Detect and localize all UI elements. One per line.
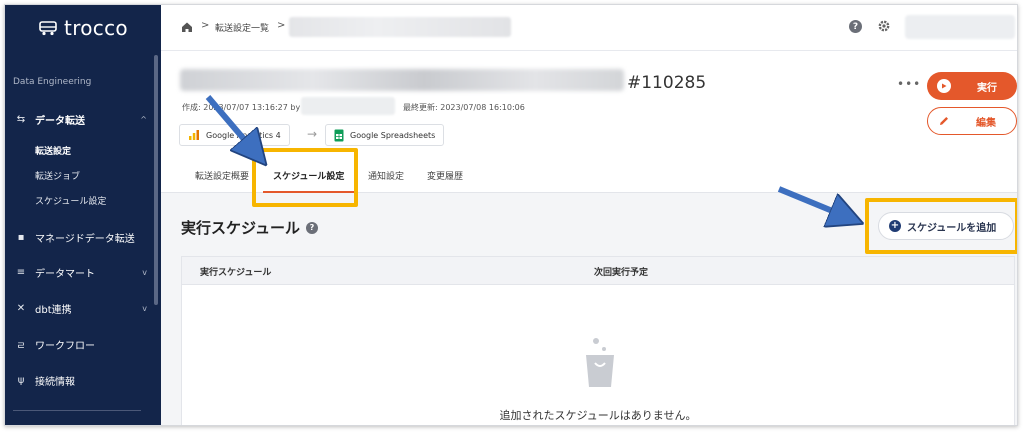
tab-overview[interactable]: 転送設定概要 <box>195 169 249 182</box>
source-connector: Google Analytics 4 <box>179 124 290 146</box>
transfer-id: #110285 <box>627 73 707 93</box>
destination-name: Google Spreadsheets <box>350 130 436 140</box>
spreadsheet-icon <box>334 129 344 141</box>
grid-icon: ▪ <box>17 232 25 243</box>
sidebar-subitem-schedule-settings[interactable]: スケジュール設定 <box>35 194 106 207</box>
sidebar-item-workflow[interactable]: ㄹ ワークフロー <box>15 337 153 352</box>
app-window: trocco Data Engineering ⇆ データ転送 ^ 転送設定 転… <box>4 4 1018 426</box>
sidebar-section-label: Data Engineering <box>13 77 92 87</box>
sidebar-item-label: マネージドデータ転送 <box>35 234 135 245</box>
chevron-down-icon[interactable]: v <box>142 268 147 277</box>
sidebar-item-label: データ転送 <box>35 116 85 127</box>
user-menu-redacted[interactable] <box>905 15 1015 39</box>
breadcrumb-transfer-list[interactable]: 転送設定一覧 <box>215 21 269 34</box>
section-title-text: 実行スケジュール <box>181 219 300 237</box>
workflow-icon: ㄹ <box>16 341 26 352</box>
database-icon: ≡ <box>16 267 26 278</box>
brand-name: trocco <box>64 16 128 40</box>
breadcrumb-separator: > <box>201 20 210 31</box>
dbt-icon: ✕ <box>16 303 26 314</box>
help-icon[interactable]: ? <box>305 221 318 234</box>
column-header-schedule: 実行スケジュール <box>200 268 272 278</box>
sidebar-item-label: ワークフロー <box>35 341 95 352</box>
sidebar-item-label: 接続情報 <box>35 377 75 388</box>
truck-icon <box>39 21 57 36</box>
column-header-next-run: 次回実行予定 <box>594 268 649 278</box>
highlight-box-add-button <box>865 198 1017 254</box>
sidebar-item-label: データマート <box>35 269 95 280</box>
sidebar-subitem-transfer-jobs[interactable]: 転送ジョブ <box>35 169 80 182</box>
updated-info: 最終更新: 2023/07/08 16:10:06 <box>403 103 525 112</box>
empty-cup-icon <box>586 338 614 387</box>
breadcrumb-current-redacted <box>289 17 511 37</box>
created-info: 作成: 2023/07/07 13:16:27 by <box>182 103 301 112</box>
help-icon[interactable]: ? <box>849 20 862 33</box>
table-header: 実行スケジュール 次回実行予定 <box>182 257 1014 285</box>
sidebar-item-dbt[interactable]: ✕ dbt連携 v <box>15 301 153 316</box>
brand-logo[interactable]: trocco <box>5 5 161 51</box>
home-icon[interactable] <box>181 21 193 33</box>
arrow-right-icon: → <box>307 127 318 141</box>
edit-label: 編集 <box>976 117 996 129</box>
sidebar-item-label: dbt連携 <box>35 305 72 316</box>
run-button[interactable]: 実行 <box>927 72 1017 100</box>
breadcrumb-separator: > <box>277 20 286 31</box>
empty-state-message: 追加されたスケジュールはありません。 <box>499 409 697 422</box>
creator-redacted <box>301 97 395 115</box>
schedule-table: 実行スケジュール 次回実行予定 追加されたスケジュールはありません。 <box>181 256 1015 425</box>
sidebar-subitem-transfer-settings[interactable]: 転送設定 <box>35 144 71 157</box>
chevron-up-icon[interactable]: ^ <box>140 115 147 124</box>
more-options-icon[interactable]: ••• <box>897 77 921 91</box>
sidebar-item-datamart[interactable]: ≡ データマート v <box>15 265 153 280</box>
transfer-icon: ⇆ <box>16 114 26 125</box>
sidebar-item-managed-transfer[interactable]: ▪ マネージドデータ転送 <box>15 230 153 245</box>
schedule-section-title: 実行スケジュール ? <box>181 217 318 238</box>
edit-button[interactable]: 編集 <box>927 107 1017 135</box>
highlight-box-schedule-tab <box>252 148 358 207</box>
transfer-title-redacted <box>180 69 624 91</box>
pencil-icon <box>940 117 948 125</box>
source-name: Google Analytics 4 <box>206 130 281 140</box>
sidebar: trocco Data Engineering ⇆ データ転送 ^ 転送設定 転… <box>5 5 161 425</box>
plug-icon: ψ <box>17 375 25 386</box>
top-bar: > 転送設定一覧 > ? <box>161 5 1017 51</box>
sidebar-scrollbar[interactable] <box>154 55 158 305</box>
chevron-down-icon[interactable]: v <box>142 304 147 313</box>
run-label: 実行 <box>977 82 997 94</box>
analytics-icon <box>189 130 199 140</box>
sidebar-item-connections[interactable]: ψ 接続情報 <box>15 373 153 388</box>
destination-connector: Google Spreadsheets <box>325 124 445 146</box>
sidebar-item-data-transfer[interactable]: ⇆ データ転送 ^ <box>15 112 153 127</box>
play-icon <box>937 79 951 93</box>
tab-notifications[interactable]: 通知設定 <box>368 169 404 182</box>
tab-history[interactable]: 変更履歴 <box>427 169 463 182</box>
gear-icon[interactable] <box>877 19 891 33</box>
sidebar-divider <box>13 410 141 411</box>
